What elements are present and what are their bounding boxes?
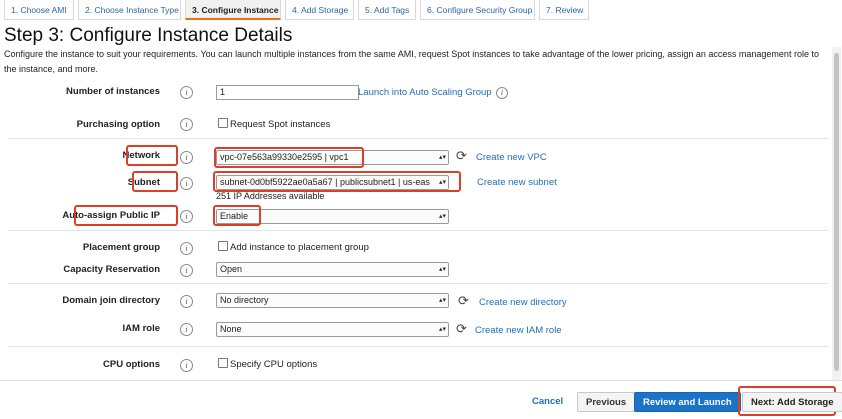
network-value-highlight	[214, 147, 364, 168]
previous-button[interactable]: Previous	[577, 392, 636, 412]
scrollbar-thumb[interactable]	[834, 53, 839, 371]
number-of-instances-input[interactable]: 1	[216, 85, 359, 100]
info-icon[interactable]: i	[180, 177, 193, 190]
section-divider	[8, 346, 828, 347]
section-divider	[8, 230, 828, 231]
create-new-subnet-link[interactable]: Create new subnet	[477, 177, 557, 188]
tab-add-storage[interactable]: 4. Add Storage	[285, 0, 354, 20]
specify-cpu-checkbox[interactable]: Specify CPU options	[218, 358, 317, 370]
info-icon[interactable]: i	[180, 242, 193, 255]
domain-join-value: No directory	[220, 295, 269, 305]
capacity-reservation-label: Capacity Reservation	[63, 264, 160, 275]
number-of-instances-label: Number of instances	[66, 86, 160, 97]
checkbox-box[interactable]	[218, 358, 228, 368]
subnet-value-highlight	[213, 171, 461, 192]
domain-join-select[interactable]: No directory ▴▾	[216, 293, 449, 308]
refresh-icon[interactable]: ⟳	[456, 149, 468, 162]
ip-addresses-available: 251 IP Addresses available	[216, 191, 325, 201]
section-divider	[8, 283, 828, 284]
wizard-tabs: 1. Choose AMI 2. Choose Instance Type 3.…	[4, 0, 593, 22]
iam-role-value: None	[220, 324, 242, 334]
iam-role-select[interactable]: None ▴▾	[216, 322, 449, 337]
page-description: Configure the instance to suit your requ…	[4, 49, 819, 74]
request-spot-label: Request Spot instances	[230, 119, 331, 130]
info-icon[interactable]: i	[180, 210, 193, 223]
info-icon[interactable]: i	[180, 151, 193, 164]
subnet-label-highlight	[132, 171, 178, 192]
info-icon[interactable]: i	[180, 359, 193, 372]
create-new-vpc-link[interactable]: Create new VPC	[476, 152, 547, 163]
placement-group-checkbox-label: Add instance to placement group	[230, 242, 369, 253]
wizard-footer: Cancel Previous Review and Launch Next: …	[0, 380, 842, 419]
domain-join-label: Domain join directory	[62, 295, 160, 306]
checkbox-box[interactable]	[218, 118, 228, 128]
info-icon[interactable]: i	[180, 118, 193, 131]
iam-role-label: IAM role	[122, 323, 160, 334]
tab-configure-instance[interactable]: 3. Configure Instance	[185, 0, 281, 20]
placement-group-checkbox[interactable]: Add instance to placement group	[218, 241, 369, 253]
cancel-button[interactable]: Cancel	[528, 392, 567, 412]
vertical-scrollbar[interactable]	[832, 47, 841, 380]
create-new-iam-role-link[interactable]: Create new IAM role	[475, 325, 562, 336]
next-add-storage-button[interactable]: Next: Add Storage	[742, 392, 842, 412]
review-and-launch-button[interactable]: Review and Launch	[634, 392, 741, 412]
dropdown-arrow-icon: ▴▾	[438, 266, 446, 273]
tab-configure-security-group[interactable]: 6. Configure Security Group	[420, 0, 535, 20]
network-label-highlight	[126, 145, 178, 166]
info-icon[interactable]: i	[180, 264, 193, 277]
placement-group-label: Placement group	[82, 242, 160, 253]
section-divider	[8, 138, 828, 139]
purchasing-option-label: Purchasing option	[76, 119, 160, 130]
tab-choose-ami[interactable]: 1. Choose AMI	[4, 0, 74, 20]
capacity-reservation-select[interactable]: Open ▴▾	[216, 262, 449, 277]
launch-into-asg-link[interactable]: Launch into Auto Scaling Group	[358, 87, 492, 98]
auto-assign-value-highlight	[213, 205, 261, 226]
info-icon[interactable]: i	[180, 86, 193, 99]
tab-choose-instance-type[interactable]: 2. Choose Instance Type	[78, 0, 181, 20]
refresh-icon[interactable]: ⟳	[458, 294, 470, 307]
info-icon[interactable]: i	[496, 87, 508, 99]
create-new-directory-link[interactable]: Create new directory	[479, 297, 567, 308]
refresh-icon[interactable]: ⟳	[456, 322, 468, 335]
checkbox-box[interactable]	[218, 241, 228, 251]
dropdown-arrow-icon: ▴▾	[438, 326, 446, 333]
dropdown-arrow-icon: ▴▾	[438, 213, 446, 220]
specify-cpu-label: Specify CPU options	[230, 359, 318, 370]
request-spot-checkbox[interactable]: Request Spot instances	[218, 118, 330, 130]
auto-assign-label-highlight	[74, 205, 178, 226]
cpu-options-label: CPU options	[103, 359, 160, 370]
info-icon[interactable]: i	[180, 323, 193, 336]
dropdown-arrow-icon: ▴▾	[438, 154, 446, 161]
dropdown-arrow-icon: ▴▾	[438, 297, 446, 304]
configure-instance-form: Number of instances i 1 Launch into Auto…	[0, 78, 830, 380]
capacity-reservation-value: Open	[220, 264, 243, 274]
tab-review[interactable]: 7. Review	[539, 0, 589, 20]
info-icon[interactable]: i	[180, 295, 193, 308]
page-title: Step 3: Configure Instance Details	[4, 25, 293, 46]
tab-add-tags[interactable]: 5. Add Tags	[358, 0, 416, 20]
